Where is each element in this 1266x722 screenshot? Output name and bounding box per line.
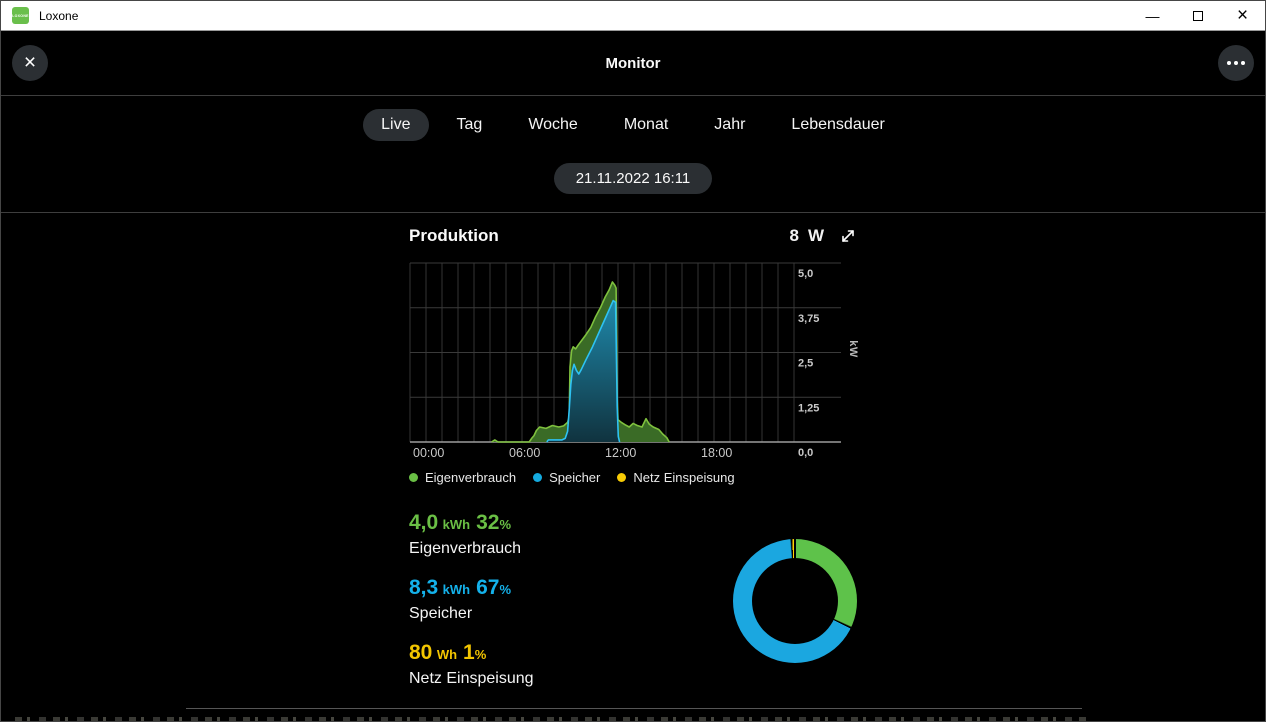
- tab-monat[interactable]: Monat: [606, 109, 686, 141]
- loxone-window: { "window": { "title": "Loxone", "logo_t…: [0, 0, 1266, 722]
- svg-text:1,25: 1,25: [798, 402, 819, 414]
- stat-value: 8,3: [409, 576, 439, 599]
- window-titlebar[interactable]: LOXONE Loxone — ×: [1, 1, 1265, 31]
- svg-text:3,75: 3,75: [798, 313, 819, 325]
- loxone-logo-icon: LOXONE: [12, 7, 29, 24]
- stats-area: 4,0 kWh 32% Eigenverbrauch 8,3 kWh 67% Spe…: [409, 511, 857, 696]
- period-tabs: Live Tag Woche Monat Jahr Lebensdauer: [1, 96, 1265, 141]
- tab-lebensdauer[interactable]: Lebensdauer: [773, 109, 902, 141]
- distribution-donut-chart: [733, 539, 857, 663]
- page-title: Monitor: [605, 55, 661, 72]
- date-row: 21.11.2022 16:11: [1, 163, 1265, 194]
- stat-unit: Wh: [436, 647, 458, 662]
- datetime-pill[interactable]: 21.11.2022 16:11: [553, 163, 713, 194]
- maximize-button[interactable]: [1175, 1, 1220, 30]
- production-title: Produktion: [409, 226, 499, 245]
- minimize-icon: —: [1145, 7, 1160, 24]
- tab-tag[interactable]: Tag: [439, 109, 501, 141]
- stat-unit: kWh: [442, 582, 471, 597]
- chart-legend: Eigenverbrauch Speicher Netz Einspeisung: [409, 470, 857, 485]
- svg-text:06:00: 06:00: [509, 446, 540, 460]
- stat-percent-unit: %: [499, 582, 512, 597]
- svg-text:0,0: 0,0: [798, 447, 813, 459]
- loxone-logo-text: LOXONE: [12, 13, 29, 18]
- current-power-unit: W: [807, 226, 824, 245]
- stat-value: 80: [409, 641, 433, 664]
- tab-woche[interactable]: Woche: [510, 109, 596, 141]
- maximize-icon: [1192, 10, 1203, 21]
- production-card-header: Produktion 8 W: [409, 222, 857, 250]
- svg-text:5,0: 5,0: [798, 268, 813, 280]
- svg-text:00:00: 00:00: [413, 446, 444, 460]
- production-chart-svg: 0,0 1,25 2,5 3,75 5,0 00:00 06:00 12:00 18:00: [409, 262, 841, 460]
- expand-chart-button[interactable]: [839, 227, 857, 245]
- window-title: Loxone: [39, 8, 79, 23]
- close-window-icon: ×: [1236, 4, 1249, 26]
- y-axis-unit-label: kW: [846, 340, 859, 358]
- tab-jahr[interactable]: Jahr: [696, 109, 763, 141]
- legend-dot-eigenverbrauch: [409, 473, 418, 482]
- stat-percent: 67: [476, 576, 500, 599]
- expand-icon: [842, 230, 854, 242]
- legend-item-speicher: Speicher: [533, 470, 600, 485]
- svg-text:12:00: 12:00: [605, 446, 636, 460]
- section-divider: [186, 708, 1082, 709]
- stat-percent: 1: [463, 641, 475, 664]
- legend-dot-speicher: [533, 473, 543, 482]
- legend-item-eigenverbrauch: Eigenverbrauch: [409, 470, 516, 485]
- more-options-button[interactable]: [1218, 45, 1254, 81]
- svg-text:2,5: 2,5: [798, 358, 813, 370]
- clipped-next-section: [15, 717, 1087, 721]
- more-options-icon: [1227, 61, 1245, 65]
- stat-value: 4,0: [409, 511, 439, 534]
- stat-label: Netz Einspeisung: [409, 670, 534, 687]
- donut-hole: [752, 558, 838, 644]
- production-chart: 0,0 1,25 2,5 3,75 5,0 00:00 06:00 12:00 18:00 kW: [409, 255, 859, 461]
- minimize-button[interactable]: —: [1130, 1, 1175, 30]
- stat-percent: 32: [476, 511, 500, 534]
- production-card: Produktion 8 W 0,0 1,25 2,5 3,75 5,0 00:00 06:…: [409, 222, 859, 696]
- svg-text:18:00: 18:00: [701, 446, 732, 460]
- app-header: × Monitor: [1, 31, 1265, 96]
- tab-live[interactable]: Live: [363, 109, 429, 141]
- stat-percent-unit: %: [499, 517, 512, 532]
- legend-dot-netz-einspeisung: [617, 473, 627, 482]
- current-power-value: 8: [789, 226, 799, 245]
- close-window-button[interactable]: ×: [1220, 1, 1265, 30]
- period-section: Live Tag Woche Monat Jahr Lebensdauer 21…: [1, 96, 1265, 213]
- legend-item-netz-einspeisung: Netz Einspeisung: [617, 470, 735, 485]
- stat-unit: kWh: [442, 517, 471, 532]
- stat-percent-unit: %: [474, 647, 487, 662]
